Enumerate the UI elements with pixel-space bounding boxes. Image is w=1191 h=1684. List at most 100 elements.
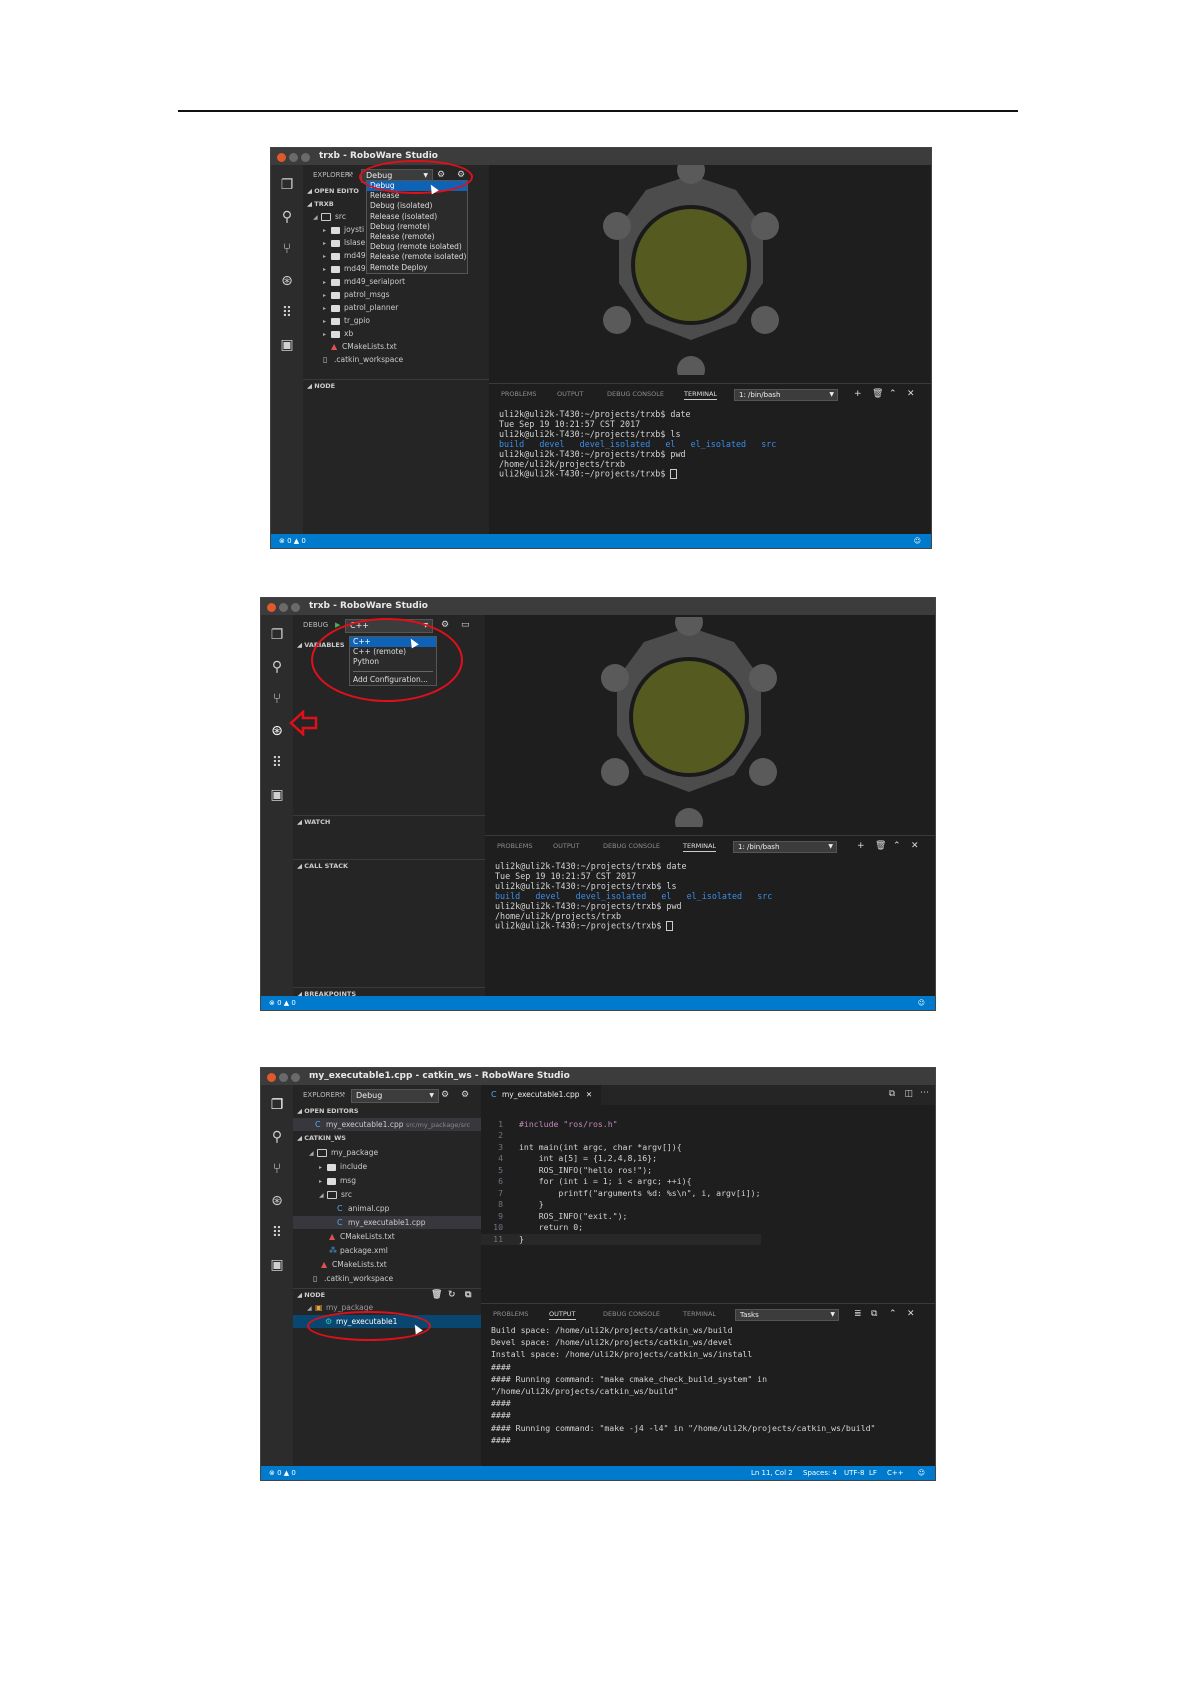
tree-cmake-file[interactable]: ▲ CMakeLists.txt bbox=[331, 340, 397, 353]
trash-icon[interactable]: 🗑 bbox=[431, 1289, 442, 1301]
terminal-output[interactable]: uli2k@uli2k-T430:~/projects/trxb$ date Tu… bbox=[499, 409, 776, 480]
node-section[interactable]: ◢ NODE 🗑 ↻ ⧉ bbox=[293, 1288, 481, 1301]
tree-folder[interactable]: ▸ lslase bbox=[323, 236, 365, 249]
tab-output[interactable]: OUTPUT bbox=[553, 842, 580, 850]
tree-executable-file[interactable]: Cmy_executable1.cpp bbox=[293, 1216, 481, 1229]
add-terminal-icon[interactable]: + bbox=[854, 389, 862, 399]
maximize-window-button[interactable] bbox=[291, 1073, 300, 1082]
menu-item-release-remote[interactable]: Release (remote) bbox=[367, 232, 467, 242]
status-indentation[interactable]: Spaces: 4 bbox=[803, 1466, 837, 1480]
more-actions-icon[interactable]: ⋯ bbox=[920, 1088, 929, 1098]
clear-output-icon[interactable]: ≣ bbox=[854, 1309, 862, 1319]
tree-cmake-file[interactable]: ▲ CMakeLists.txt bbox=[329, 1230, 395, 1243]
call-stack-section[interactable]: ◢ CALL STACK bbox=[293, 859, 485, 872]
chevron-up-icon[interactable]: ⌃ bbox=[889, 389, 897, 399]
tab-problems[interactable]: PROBLEMS bbox=[501, 390, 536, 398]
close-icon[interactable]: ✕ bbox=[907, 389, 915, 399]
tree-catkin-file[interactable]: ▯ .catkin_workspace bbox=[323, 353, 403, 366]
node-executable-item[interactable]: ⚙ my_executable1 bbox=[293, 1315, 481, 1328]
menu-item-debug[interactable]: Debug bbox=[367, 181, 467, 192]
tree-folder[interactable]: ▸ patrol_msgs bbox=[323, 288, 390, 301]
chevron-up-icon[interactable]: ⌃ bbox=[893, 841, 901, 851]
tree-animal-file[interactable]: Canimal.cpp bbox=[337, 1202, 389, 1215]
tree-folder[interactable]: ▸ xb bbox=[323, 327, 353, 340]
explorer-icon[interactable]: ❐ bbox=[279, 177, 295, 193]
menu-item-cpp[interactable]: C++ bbox=[350, 637, 436, 648]
status-cursor-position[interactable]: Ln 11, Col 2 bbox=[751, 1466, 793, 1480]
menu-item-debug-isolated[interactable]: Debug (isolated) bbox=[367, 201, 467, 211]
menu-item-release-isolated[interactable]: Release (isolated) bbox=[367, 212, 467, 222]
extensions-grid-icon[interactable]: ⠿ bbox=[279, 305, 295, 321]
close-tab-icon[interactable]: ✕ bbox=[586, 1090, 592, 1099]
maximize-window-button[interactable] bbox=[291, 603, 300, 612]
code-content[interactable]: 1 #include "ros/ros.h" 2 3 int main(int argc… bbox=[481, 1107, 761, 1268]
split-editor-icon[interactable]: ◫ bbox=[904, 1089, 913, 1099]
gear-icon[interactable]: ⚙ bbox=[441, 615, 449, 635]
tab-debug-console[interactable]: DEBUG CONSOLE bbox=[603, 1310, 660, 1318]
output-channel-dropdown[interactable]: Tasks ▼ bbox=[735, 1309, 839, 1321]
search-icon[interactable]: ⚲ bbox=[269, 1129, 285, 1145]
open-editor-item[interactable]: Cmy_executable1.cpp src/my_package/src bbox=[293, 1118, 481, 1131]
close-window-button[interactable] bbox=[267, 1073, 276, 1082]
tree-folder[interactable]: ▸ md49 bbox=[323, 249, 366, 262]
close-icon[interactable]: ✕ bbox=[911, 841, 919, 851]
tab-terminal[interactable]: TERMINAL bbox=[683, 842, 717, 852]
node-package-item[interactable]: ◢ ▣ my_package bbox=[307, 1301, 373, 1314]
source-control-icon[interactable]: ⑂ bbox=[269, 1161, 285, 1177]
menu-item-release[interactable]: Release bbox=[367, 191, 467, 201]
tree-ws-cmake-file[interactable]: ▲ CMakeLists.txt bbox=[321, 1258, 387, 1271]
settings-gear-icon[interactable]: ⚙ bbox=[461, 1085, 469, 1105]
tab-terminal[interactable]: TERMINAL bbox=[683, 1310, 716, 1318]
terminal-select-dropdown[interactable]: 1: /bin/bash ▼ bbox=[733, 841, 837, 853]
tree-package-xml[interactable]: ⁂ package.xml bbox=[329, 1244, 388, 1257]
refresh-icon[interactable]: ↻ bbox=[448, 1289, 456, 1301]
tree-catkin-file[interactable]: ▯ .catkin_workspace bbox=[313, 1272, 393, 1285]
tree-msg-folder[interactable]: ▸ msg bbox=[319, 1174, 356, 1187]
status-problems[interactable]: ⊗ 0 ▲ 0 bbox=[269, 996, 296, 1010]
tree-src-folder[interactable]: ◢ src bbox=[313, 210, 346, 223]
trash-icon[interactable]: 🗑 bbox=[875, 841, 886, 851]
search-icon[interactable]: ⚲ bbox=[279, 209, 295, 225]
extensions-grid-icon[interactable]: ⠿ bbox=[269, 755, 285, 771]
tab-output[interactable]: OUTPUT bbox=[549, 1310, 576, 1320]
source-control-icon[interactable]: ⑂ bbox=[269, 691, 285, 707]
tab-problems[interactable]: PROBLEMS bbox=[493, 1310, 528, 1318]
search-icon[interactable]: ⚲ bbox=[269, 659, 285, 675]
tree-package-folder[interactable]: ◢ my_package bbox=[309, 1146, 378, 1159]
tab-terminal[interactable]: TERMINAL bbox=[684, 390, 718, 400]
watch-section[interactable]: ◢ WATCH bbox=[293, 815, 485, 828]
lock-scroll-icon[interactable]: ⧉ bbox=[871, 1309, 877, 1319]
open-changes-icon[interactable]: ⧉ bbox=[889, 1089, 895, 1099]
tab-output[interactable]: OUTPUT bbox=[557, 390, 584, 398]
tab-problems[interactable]: PROBLEMS bbox=[497, 842, 532, 850]
close-icon[interactable]: ✕ bbox=[907, 1309, 915, 1319]
minimize-window-button[interactable] bbox=[279, 603, 288, 612]
debug-icon[interactable]: ⊛ bbox=[269, 723, 285, 739]
status-problems[interactable]: ⊗ 0 ▲ 0 bbox=[279, 534, 306, 548]
smiley-icon[interactable]: ☺ bbox=[918, 1466, 925, 1480]
open-editors-section[interactable]: ◢ OPEN EDITORS bbox=[293, 1105, 481, 1117]
explorer-icon[interactable]: ❐ bbox=[269, 627, 285, 643]
tree-folder[interactable]: ▸ tr_gpio bbox=[323, 314, 370, 327]
minimize-window-button[interactable] bbox=[279, 1073, 288, 1082]
menu-item-cpp-remote[interactable]: C++ (remote) bbox=[350, 647, 436, 657]
menu-item-release-remote-isolated[interactable]: Release (remote isolated) bbox=[367, 252, 467, 262]
terminal-output[interactable]: uli2k@uli2k-T430:~/projects/trxb$ date Tu… bbox=[495, 861, 772, 932]
maximize-window-button[interactable] bbox=[301, 153, 310, 162]
status-problems[interactable]: ⊗ 0 ▲ 0 bbox=[269, 1466, 296, 1480]
add-terminal-icon[interactable]: + bbox=[857, 841, 865, 851]
build-output[interactable]: Build space: /home/uli2k/projects/catkin… bbox=[491, 1324, 876, 1446]
menu-item-remote-deploy[interactable]: Remote Deploy bbox=[367, 263, 467, 273]
explorer-icon[interactable]: ❐ bbox=[269, 1097, 285, 1113]
menu-item-add-configuration[interactable]: Add Configuration... bbox=[350, 675, 436, 685]
tree-folder[interactable]: ▸ md49_serialport bbox=[323, 275, 405, 288]
tab-debug-console[interactable]: DEBUG CONSOLE bbox=[603, 842, 660, 850]
debug-config-dropdown[interactable]: C++ ▼ bbox=[345, 619, 433, 633]
workspace-section[interactable]: ◢ CATKIN_WS bbox=[293, 1132, 481, 1144]
smiley-icon[interactable]: ☺ bbox=[914, 534, 921, 548]
build-config-dropdown[interactable]: Debug ▼ bbox=[351, 1089, 439, 1103]
debug-icon[interactable]: ⊛ bbox=[269, 1193, 285, 1209]
debug-console-icon[interactable]: ▭ bbox=[461, 615, 470, 635]
source-control-icon[interactable]: ⑂ bbox=[279, 241, 295, 257]
status-line-ending[interactable]: LF bbox=[869, 1466, 877, 1480]
